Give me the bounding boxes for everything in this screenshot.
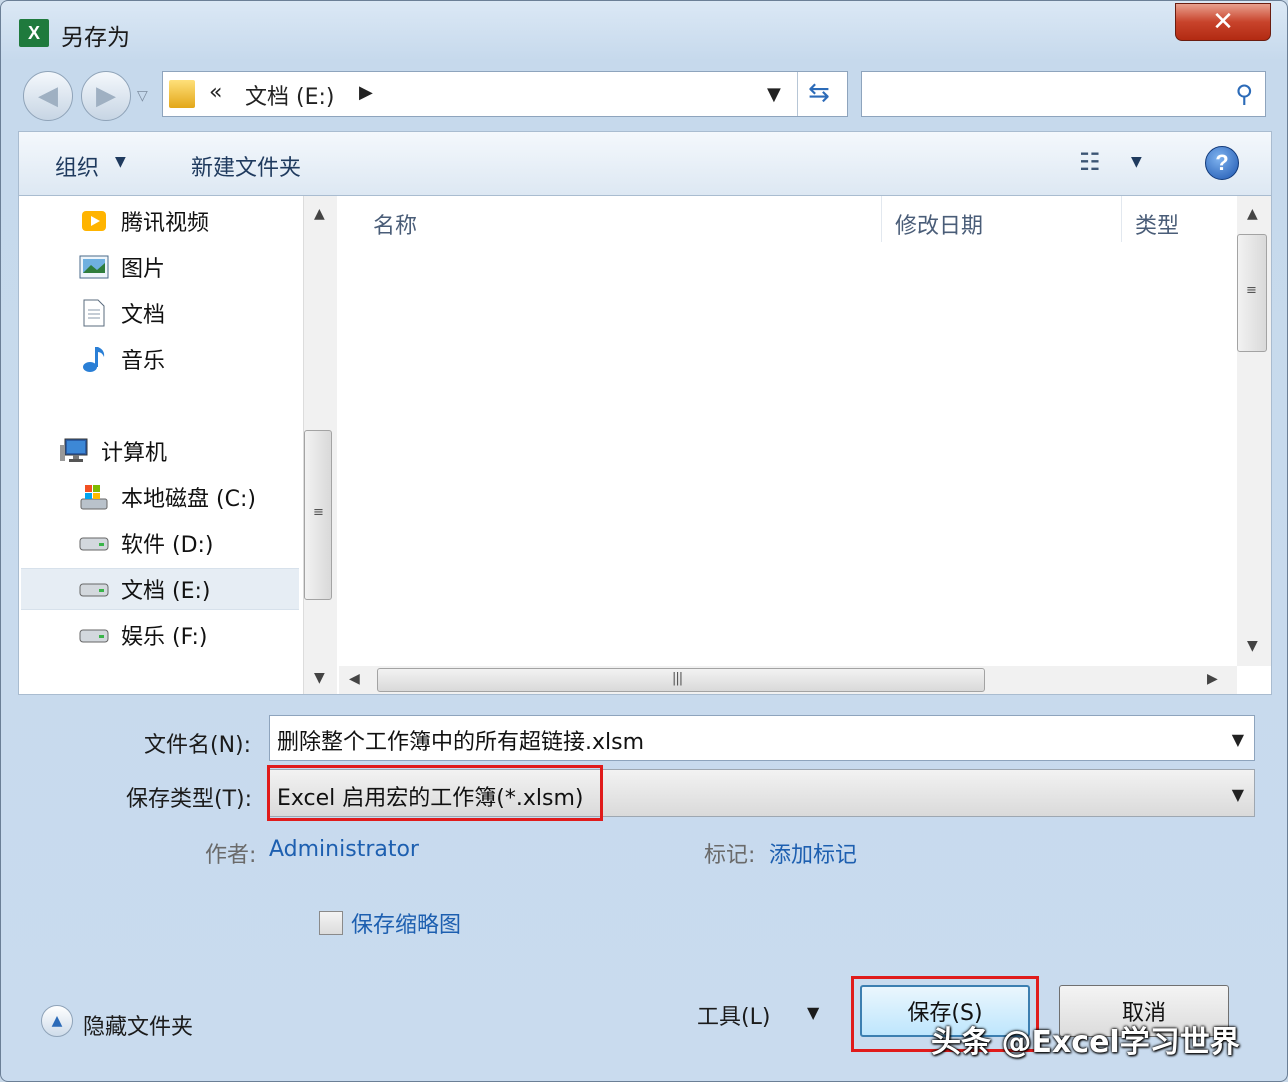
collapse-folders-icon[interactable]: ▲	[41, 1005, 73, 1037]
column-divider[interactable]	[881, 196, 882, 242]
breadcrumb-arrow-icon[interactable]: ▶	[359, 82, 373, 103]
sidebar-item-computer[interactable]: 计算机	[59, 430, 167, 472]
close-button[interactable]: ✕	[1175, 3, 1271, 41]
file-list-scrollbar[interactable]: ▲ ≡ ▼	[1237, 196, 1271, 666]
scroll-down-icon[interactable]: ▼	[314, 670, 325, 686]
address-bar[interactable]: « 文档 (E:) ▶ ▼ ⇆	[162, 71, 848, 117]
file-list-hscrollbar[interactable]: ◀ ||| ▶	[339, 666, 1237, 694]
view-details-icon[interactable]: ☷	[1079, 148, 1101, 176]
close-icon: ✕	[1212, 7, 1234, 37]
drive-icon	[79, 575, 109, 603]
help-icon[interactable]: ?	[1205, 146, 1239, 180]
breadcrumb-current[interactable]: 文档 (E:)	[245, 79, 334, 111]
scrollbar-thumb[interactable]: ≡	[304, 430, 332, 600]
sidebar-item-tencent-video[interactable]: 腾讯视频	[79, 200, 209, 242]
music-icon	[79, 345, 109, 373]
chevron-down-icon[interactable]: ▼	[1232, 730, 1244, 749]
computer-icon	[59, 437, 89, 465]
hide-folders-link[interactable]: 隐藏文件夹	[83, 1009, 193, 1041]
navigation-bar: ◀ ▶ ▽ « 文档 (E:) ▶ ▼ ⇆ ⚲	[1, 63, 1287, 127]
scrollbar-thumb[interactable]: ≡	[1237, 234, 1267, 352]
tools-dropdown-icon[interactable]: ▼	[807, 1003, 819, 1022]
arrow-left-icon: ◀	[38, 81, 58, 111]
scroll-up-icon[interactable]: ▲	[1247, 206, 1258, 222]
author-label: 作者:	[205, 843, 257, 868]
view-dropdown-icon[interactable]: ▼	[1131, 154, 1142, 170]
tools-menu[interactable]: 工具(L)	[697, 999, 770, 1031]
organize-menu[interactable]: 组织	[55, 150, 99, 182]
sidebar-item-label: 腾讯视频	[121, 211, 210, 236]
breadcrumb-overflow[interactable]: «	[209, 80, 222, 105]
grip-icon: ≡	[1246, 283, 1257, 298]
address-divider	[797, 72, 798, 116]
column-header-modified[interactable]: 修改日期	[895, 208, 983, 240]
filename-label: 文件名(N):	[144, 733, 252, 758]
window-title: 另存为	[61, 25, 130, 51]
sidebar-item-label: 音乐	[121, 349, 166, 374]
forward-button[interactable]: ▶	[81, 71, 131, 121]
search-input[interactable]: ⚲	[861, 71, 1266, 117]
sidebar-item-label: 图片	[121, 257, 166, 282]
filename-field[interactable]: 删除整个工作簿中的所有超链接.xlsm ▼	[269, 715, 1255, 761]
recent-locations-dropdown[interactable]: ▽	[137, 88, 148, 104]
column-header-name[interactable]: 名称	[373, 208, 417, 240]
drive-icon	[79, 529, 109, 557]
author-value[interactable]: Administrator	[269, 837, 419, 862]
tencent-video-icon	[79, 207, 109, 235]
column-header-type[interactable]: 类型	[1135, 208, 1179, 240]
save-as-dialog: X 另存为 ✕ ◀ ▶ ▽ « 文档 (E:) ▶ ▼ ⇆ ⚲ 组织 ▼ 新建文…	[0, 0, 1288, 1082]
save-thumbnail-label[interactable]: 保存缩略图	[351, 907, 461, 939]
command-bar: 组织 ▼ 新建文件夹 ☷ ▼ ?	[18, 131, 1272, 195]
scroll-right-icon[interactable]: ▶	[1207, 671, 1218, 687]
sidebar-item-drive-f[interactable]: 娱乐 (F:)	[79, 614, 208, 656]
pictures-icon	[79, 253, 109, 281]
excel-icon-letter: X	[27, 22, 40, 43]
arrow-right-icon: ▶	[96, 81, 116, 111]
tags-label: 标记:	[704, 843, 756, 868]
navigation-scrollbar[interactable]: ▲ ≡ ▼	[303, 196, 337, 694]
new-folder-button[interactable]: 新建文件夹	[191, 150, 301, 182]
sidebar-item-label: 软件 (D:)	[121, 533, 214, 558]
sidebar-item-pictures[interactable]: 图片	[79, 246, 165, 288]
browser-area: 腾讯视频 图片 文档 音乐 计算机 本地磁盘 (C:) 软件 (D:) 文档 (…	[18, 195, 1272, 695]
address-dropdown-icon[interactable]: ▼	[767, 84, 781, 105]
filename-value[interactable]: 删除整个工作簿中的所有超链接.xlsm	[277, 724, 644, 756]
title-bar: X 另存为 ✕	[1, 1, 1287, 63]
sidebar-item-label: 文档	[121, 303, 166, 328]
refresh-icon[interactable]: ⇆	[808, 78, 830, 108]
scrollbar-thumb[interactable]: |||	[377, 668, 985, 692]
sidebar-item-drive-e[interactable]: 文档 (E:)	[21, 568, 299, 610]
grip-icon: |||	[672, 671, 683, 686]
scroll-left-icon[interactable]: ◀	[349, 671, 360, 687]
organize-dropdown-icon[interactable]: ▼	[115, 154, 126, 170]
scroll-down-icon[interactable]: ▼	[1247, 638, 1258, 654]
file-list[interactable]: 名称 修改日期 类型	[339, 196, 1239, 666]
sidebar-item-label: 计算机	[101, 441, 168, 466]
highlight-box	[267, 765, 603, 821]
chevron-down-icon[interactable]: ▼	[1232, 785, 1244, 804]
sidebar-item-drive-d[interactable]: 软件 (D:)	[79, 522, 214, 564]
drive-icon	[79, 621, 109, 649]
tags-value[interactable]: 添加标记	[769, 837, 857, 869]
filetype-label: 保存类型(T):	[126, 787, 253, 812]
column-divider[interactable]	[1121, 196, 1122, 242]
folder-icon	[169, 80, 195, 108]
sidebar-item-label: 本地磁盘 (C:)	[121, 487, 256, 512]
document-icon	[79, 299, 109, 327]
watermark: 头条 @Excel学习世界	[931, 1025, 1240, 1060]
help-icon-glyph: ?	[1215, 150, 1229, 175]
back-button[interactable]: ◀	[23, 71, 73, 121]
sidebar-item-label: 娱乐 (F:)	[121, 625, 208, 650]
sidebar-item-drive-c[interactable]: 本地磁盘 (C:)	[79, 476, 256, 518]
sidebar-item-label: 文档 (E:)	[121, 579, 211, 604]
save-thumbnail-checkbox[interactable]	[319, 911, 343, 935]
search-icon[interactable]: ⚲	[1235, 80, 1253, 108]
grip-icon: ≡	[313, 505, 324, 520]
excel-icon: X	[19, 19, 51, 47]
sidebar-item-documents[interactable]: 文档	[79, 292, 165, 334]
scroll-up-icon[interactable]: ▲	[314, 206, 325, 222]
system-drive-icon	[79, 483, 109, 511]
navigation-pane: 腾讯视频 图片 文档 音乐 计算机 本地磁盘 (C:) 软件 (D:) 文档 (…	[19, 196, 301, 694]
sidebar-item-music[interactable]: 音乐	[79, 338, 165, 380]
